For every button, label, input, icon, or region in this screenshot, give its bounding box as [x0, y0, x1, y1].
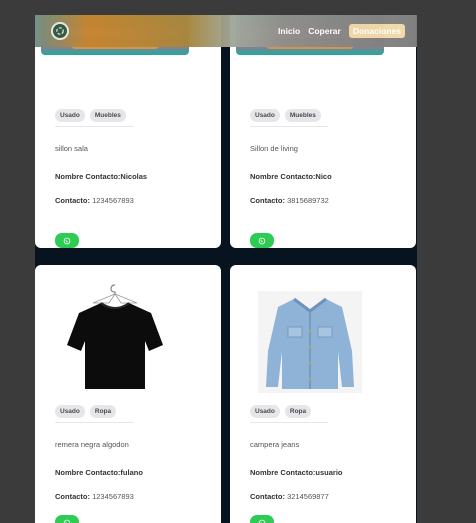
contact-name: Nombre Contacto:usuario [250, 468, 343, 477]
divider [55, 126, 133, 127]
contact-name: Nombre Contacto:Nicolas [55, 172, 148, 181]
whatsapp-icon [258, 237, 266, 244]
whatsapp-button[interactable] [55, 515, 79, 523]
item-description: sillon sala [55, 144, 88, 153]
contact-phone-line: Contacto: 1234567893 [55, 196, 134, 205]
nav-link-inicio[interactable]: Inicio [278, 26, 300, 36]
nav-links: Inicio Coperar Donaciones [278, 24, 405, 38]
whatsapp-button[interactable] [55, 233, 79, 248]
jacket-image [258, 291, 362, 393]
tag-condition: Usado [250, 109, 280, 122]
tag-condition: Usado [250, 405, 280, 418]
contact-phone-line: Contacto: 1234567893 [55, 492, 134, 501]
donation-card: Usado Ropa remera negra algodon Nombre C… [35, 265, 221, 523]
item-description: remera negra algodon [55, 440, 129, 449]
nav-link-coperar[interactable]: Coperar [308, 26, 341, 36]
contact-name: Nombre Contacto:fulano [55, 468, 143, 477]
whatsapp-button[interactable] [250, 515, 274, 523]
tag-category: Ropa [284, 405, 312, 418]
contact-label: Contacto: [55, 492, 90, 501]
contact-label: Contacto: [55, 196, 90, 205]
tag-category: Muebles [284, 109, 321, 122]
donation-card: Usado Ropa campera jeans Nombre Contacto… [230, 265, 416, 523]
contact-phone-line: Contacto: 3214569877 [250, 492, 329, 501]
tag-list: Usado Ropa [55, 405, 117, 418]
tag-condition: Usado [55, 109, 85, 122]
whatsapp-button[interactable] [250, 233, 274, 248]
nav-link-donaciones[interactable]: Donaciones [348, 24, 405, 38]
tag-list: Usado Muebles [250, 109, 321, 122]
item-description: Sillon de living [250, 144, 298, 153]
divider [250, 422, 328, 423]
recycle-logo-icon[interactable] [51, 22, 69, 40]
contact-name: Nombre Contacto:Nico [250, 172, 332, 181]
contact-phone: 3214569877 [287, 492, 329, 501]
contact-label: Contacto: [250, 492, 285, 501]
item-description: campera jeans [250, 440, 300, 449]
contact-phone: 1234567893 [92, 196, 134, 205]
contact-phone: 3815689732 [287, 196, 329, 205]
contact-phone: 1234567893 [92, 492, 134, 501]
divider [55, 422, 133, 423]
donation-card: Usado Muebles Sillon de living Nombre Co… [230, 15, 416, 248]
navbar: Inicio Coperar Donaciones [35, 15, 417, 47]
whatsapp-icon [258, 519, 266, 523]
page-frame: Inicio Coperar Donaciones Usado Muebles … [35, 15, 417, 523]
tag-list: Usado Ropa [250, 405, 312, 418]
tag-category: Ropa [89, 405, 117, 418]
whatsapp-icon [63, 237, 71, 244]
tag-category: Muebles [89, 109, 126, 122]
tag-condition: Usado [55, 405, 85, 418]
donation-card: Usado Muebles sillon sala Nombre Contact… [35, 15, 221, 248]
tshirt-image [67, 284, 163, 389]
divider [250, 126, 328, 127]
tag-list: Usado Muebles [55, 109, 126, 122]
contact-phone-line: Contacto: 3815689732 [250, 196, 329, 205]
contact-label: Contacto: [250, 196, 285, 205]
whatsapp-icon [63, 519, 71, 523]
